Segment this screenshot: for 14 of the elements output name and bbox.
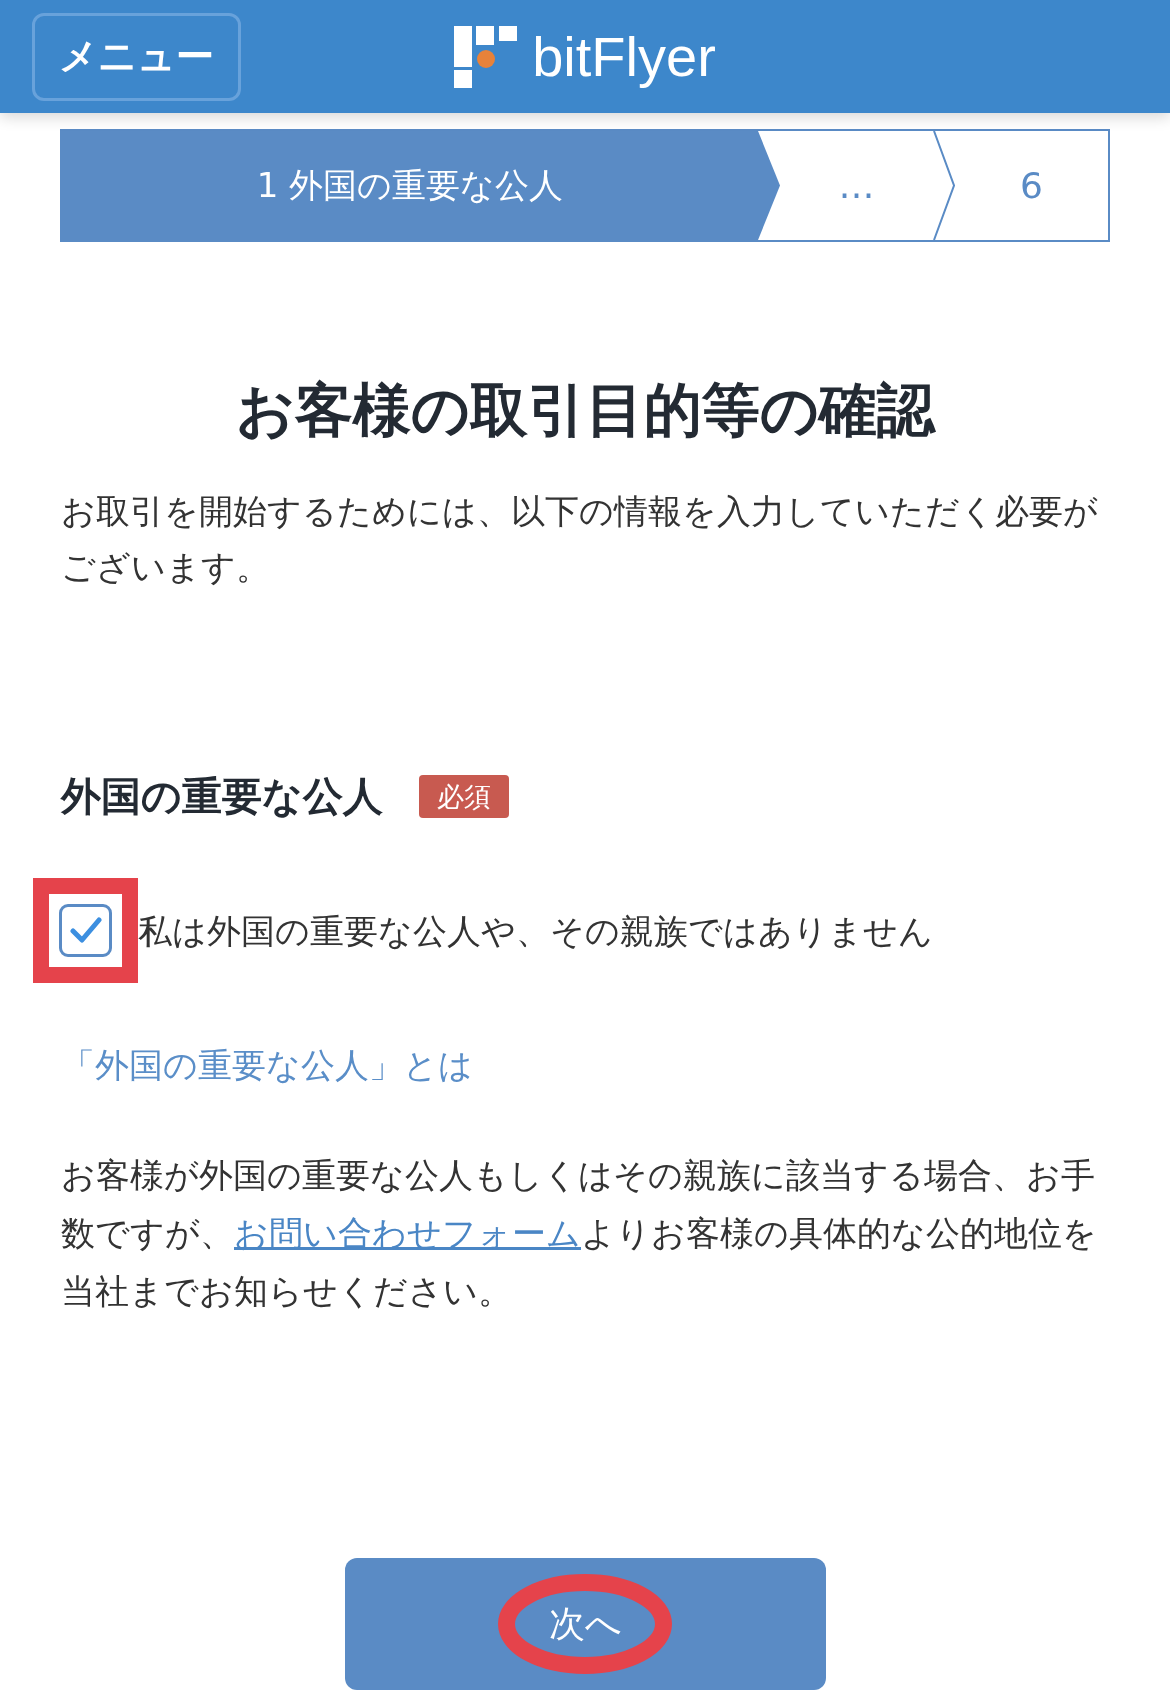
section-heading: 外国の重要な公人	[61, 772, 383, 821]
checkbox[interactable]	[59, 904, 112, 957]
notice-text: お客様が外国の重要な公人もしくはその親族に該当する場合、お手数ですが、お問い合わせフォーム よりお客様の具体的な公的地位を当社までお知らせください。	[61, 1154, 1098, 1313]
contact-form-link[interactable]: お問い合わせフォーム	[234, 1213, 581, 1253]
required-badge: 必須	[419, 774, 509, 818]
next-button[interactable]: 次へ	[344, 1558, 826, 1690]
agreement-label: 私は外国の重要な公人や、その親族ではありません	[138, 909, 933, 953]
progress-step: 1 外国の重要な公人	[62, 131, 780, 240]
logo-icon	[454, 25, 518, 88]
info-link[interactable]: 「外国の重要な公人」とは	[61, 1045, 473, 1085]
intro-text: お取引を開始するためには、以下の情報を入力していただく必要がございます。	[61, 490, 1099, 589]
page-title: お客様の取引目的等の確認	[234, 375, 937, 445]
checkmark-icon	[69, 917, 102, 944]
menu-button[interactable]: メニュー	[32, 12, 241, 101]
